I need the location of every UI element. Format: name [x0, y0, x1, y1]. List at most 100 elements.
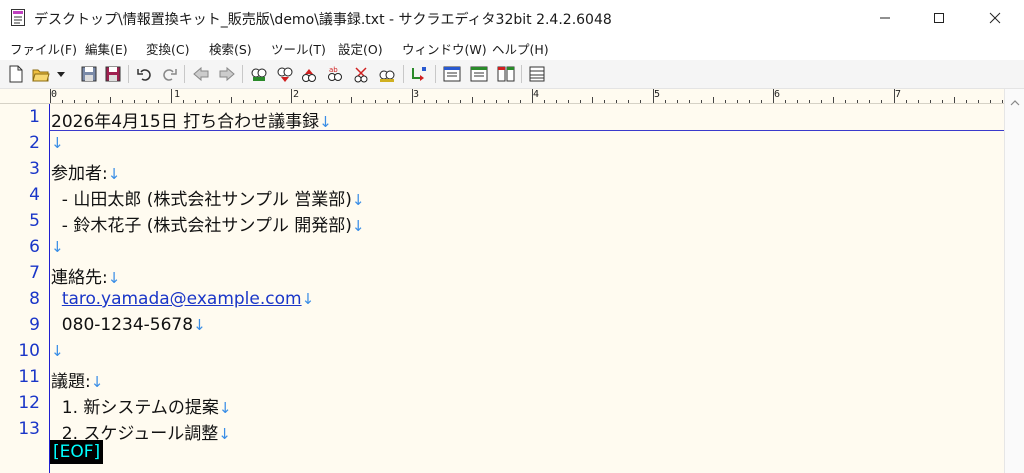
toolbar-separator	[184, 65, 185, 83]
line-number: 7	[29, 263, 40, 283]
grep-icon[interactable]	[378, 65, 396, 83]
line-number: 6	[29, 237, 40, 257]
line-text: - 山田太郎 (株式会社サンプル 営業部)	[51, 190, 352, 210]
ruler-label: 7	[895, 89, 902, 100]
minimize-icon	[880, 17, 890, 19]
editor-line[interactable]: - 山田太郎 (株式会社サンプル 営業部)↓	[51, 185, 365, 210]
ruler-label: 5	[654, 89, 661, 100]
open-folder-icon[interactable]	[32, 65, 50, 83]
editor-line[interactable]: taro.yamada@example.com↓	[51, 289, 314, 309]
newline-mark: ↓	[319, 113, 332, 131]
newline-mark: ↓	[51, 342, 64, 360]
save-icon[interactable]	[80, 65, 98, 83]
newline-mark: ↓	[51, 238, 64, 256]
menu-tools[interactable]: ツール(T)	[271, 39, 326, 58]
svg-text:ab: ab	[329, 66, 338, 74]
line-number: 2	[29, 133, 40, 153]
editor-line[interactable]: ↓	[51, 341, 64, 361]
outline-icon[interactable]	[443, 65, 461, 83]
line-number: 12	[18, 393, 40, 413]
eof-marker: [EOF]	[50, 440, 104, 464]
editor-line[interactable]: 080-1234-5678↓	[51, 315, 206, 335]
line-number: 5	[29, 211, 40, 231]
line-number: 3	[29, 159, 40, 179]
line-number: 13	[18, 419, 40, 439]
editor-line[interactable]: - 鈴木花子 (株式会社サンプル 開発部)↓	[51, 211, 365, 236]
editor-line[interactable]: 1. 新システムの提案↓	[51, 393, 232, 418]
jump-back-icon[interactable]	[192, 65, 210, 83]
menu-file[interactable]: ファイル(F)	[10, 39, 77, 58]
redo-icon[interactable]	[160, 65, 178, 83]
jump-forward-icon[interactable]	[218, 65, 236, 83]
ruler-label: 1	[174, 89, 181, 100]
dropdown-icon[interactable]	[55, 65, 67, 83]
window-list-icon[interactable]	[470, 65, 488, 83]
editor-line[interactable]: 2026年4月15日 打ち合わせ議事録↓	[51, 107, 332, 132]
line-text: - 鈴木花子 (株式会社サンプル 開発部)	[51, 216, 352, 236]
toolbar-separator	[403, 65, 404, 83]
search-prev-icon[interactable]	[276, 65, 294, 83]
close-icon	[989, 12, 1001, 24]
scroll-up-icon[interactable]	[1010, 99, 1020, 107]
vertical-scrollbar[interactable]	[1004, 89, 1024, 473]
line-text: 連絡先:	[51, 268, 108, 288]
newline-mark: ↓	[351, 217, 365, 235]
line-number: 9	[29, 315, 40, 335]
menu-convert[interactable]: 変換(C)	[146, 39, 189, 58]
newline-mark: ↓	[90, 373, 104, 391]
newline-mark: ↓	[193, 316, 206, 334]
line-text: 議題:	[51, 372, 91, 392]
editor-line[interactable]: ↓	[51, 237, 64, 257]
window-title: デスクトップ\情報置換キット_販売版\demo\議事録.txt - サクラエディ…	[34, 12, 612, 28]
toolbar: ab	[0, 60, 1024, 89]
maximize-button[interactable]	[916, 0, 962, 36]
search-icon[interactable]	[250, 65, 268, 83]
newline-mark: ↓	[351, 191, 365, 209]
newline-mark: ↓	[107, 269, 121, 287]
line-number: 11	[18, 367, 40, 387]
menu-search[interactable]: 検索(S)	[209, 39, 252, 58]
gutter-divider	[49, 104, 50, 473]
newline-mark: ↓	[218, 399, 232, 417]
newline-mark: ↓	[51, 134, 64, 152]
ruler-label: 4	[533, 89, 540, 100]
tag-jump-icon[interactable]	[410, 65, 428, 83]
editor-line[interactable]: 連絡先:↓	[51, 263, 120, 288]
line-text: 2026年4月15日 打ち合わせ議事録	[51, 112, 320, 132]
toolbar-separator	[242, 65, 243, 83]
menu-help[interactable]: ヘルプ(H)	[492, 39, 549, 58]
line-number: 1	[29, 107, 40, 127]
toolbar-separator	[521, 65, 522, 83]
toolbar-separator	[128, 65, 129, 83]
new-file-icon[interactable]	[7, 65, 25, 83]
newline-mark: ↓	[218, 425, 231, 443]
mark-icon[interactable]: ab	[326, 65, 344, 83]
line-text: 1. 新システムの提案	[51, 398, 219, 418]
email-link[interactable]: taro.yamada@example.com	[62, 289, 302, 309]
ruler-label: 6	[774, 89, 781, 100]
replace-icon[interactable]	[352, 65, 370, 83]
text-editor[interactable]: 1 2026年4月15日 打ち合わせ議事録↓ 2 ↓ 3 参加者:↓ 4 - 山…	[0, 104, 1004, 473]
menu-window[interactable]: ウィンドウ(W)	[402, 39, 487, 58]
editor-line[interactable]: 参加者:↓	[51, 159, 120, 184]
editor-line[interactable]: ↓	[51, 133, 64, 153]
maximize-icon	[934, 13, 944, 23]
undo-icon[interactable]	[136, 65, 154, 83]
save-all-icon[interactable]	[104, 65, 122, 83]
ruler: 0 1 2 3 4 5 6 7	[0, 89, 1004, 104]
search-next-icon[interactable]	[300, 65, 318, 83]
ruler-label: 3	[413, 89, 420, 100]
editor-line[interactable]: 議題:↓	[51, 367, 103, 392]
compare-icon[interactable]	[497, 65, 515, 83]
ruler-ticks	[50, 89, 1003, 103]
split-window-icon[interactable]	[528, 65, 546, 83]
menu-settings[interactable]: 設定(O)	[338, 39, 383, 58]
menu-bar: ファイル(F) 編集(E) 変換(C) 検索(S) ツール(T) 設定(O) ウ…	[0, 36, 1024, 60]
ruler-label: 2	[293, 89, 300, 100]
close-button[interactable]	[972, 0, 1018, 36]
newline-mark: ↓	[301, 290, 315, 308]
minimize-button[interactable]	[862, 0, 908, 36]
menu-edit[interactable]: 編集(E)	[85, 39, 128, 58]
ruler-label: 0	[51, 89, 58, 100]
newline-mark: ↓	[107, 165, 121, 183]
